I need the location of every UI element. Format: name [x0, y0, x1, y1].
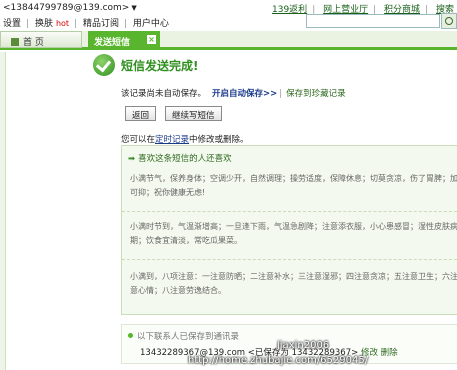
back-button[interactable]: 返回 — [125, 106, 157, 121]
user-center-link[interactable]: 用户中心 — [133, 19, 169, 29]
chevron-down-icon: ▼ — [131, 4, 137, 12]
search-input[interactable] — [306, 14, 440, 28]
search-icon[interactable] — [441, 13, 457, 29]
watermark-text: jiaxin2006 — [277, 340, 330, 351]
tab-strip: 首 页 发送短信 × — [0, 31, 457, 50]
not-saved-notice: 该记录尚未自动保存。 开启自动保存>> | 保存到珍藏记录 — [121, 89, 346, 99]
account-switcher[interactable]: <13844799789@139.com> ▼ — [3, 3, 137, 13]
check-circle-icon — [93, 54, 115, 76]
edit-note: 您可以在定时记录中修改或删除。 — [121, 135, 249, 145]
home-icon — [11, 38, 19, 46]
continue-writing-button[interactable]: 继续写短信 — [165, 106, 222, 121]
arrow-right-icon: ➡ — [128, 154, 136, 164]
saved-contacts-title: 以下联系人已保存到通讯录 — [128, 330, 239, 342]
tab-send-sms[interactable]: 发送短信 × — [88, 31, 160, 50]
left-rail — [0, 52, 6, 370]
suggested-message[interactable]: 小满时节到，气温渐增高；一旦逢下雨，气温急剧降；注意添衣服，小心患感冒；湿性皮肤… — [130, 214, 457, 248]
change-skin-link[interactable]: 换肤 — [35, 19, 53, 29]
tab-home-label: 首 页 — [23, 38, 44, 48]
rebate-link[interactable]: 139返利 — [272, 5, 307, 15]
account-email: <13844799789@139.com> — [3, 3, 130, 13]
bullet-icon — [128, 333, 133, 338]
hot-badge: hot — [55, 19, 70, 28]
watermark-url: http://home.zhubajie.com/6529045/ — [188, 355, 369, 366]
divider — [122, 259, 457, 260]
scheduled-record-link[interactable]: 定时记录 — [155, 135, 189, 145]
enable-auto-save-link[interactable]: 开启自动保存>> — [212, 89, 277, 99]
page-title: 短信发送完成! — [121, 59, 199, 73]
settings-link[interactable]: 设置 — [3, 19, 21, 29]
not-saved-text: 该记录尚未自动保存。 — [121, 89, 207, 99]
panel-title: ➡ 喜欢这条短信的人还喜欢 — [128, 154, 232, 164]
top-links: 设置 | 换肤 hot | 精品订阅 | 用户中心 — [3, 19, 169, 29]
divider — [122, 211, 457, 212]
suggestions-panel: ➡ 喜欢这条短信的人还喜欢 小满节气，保养身体；空调少开，自然调理；操劳适度，保障… — [121, 145, 457, 315]
tab-home[interactable]: 首 页 — [0, 31, 82, 48]
top-bar: <13844799789@139.com> ▼ 设置 | 换肤 hot | 精品订阅 | … — [0, 0, 457, 30]
suggested-message[interactable]: 小满节气，保养身体；空调少开，自然调理；操劳适度，保障休息；切莫贪凉，伤了胃脾；… — [130, 166, 457, 200]
suggested-message[interactable]: 小满到，八项注意：一注意防晒；二注意补水；三注意湿邪；四注意贪凉；五注意卫生；六… — [130, 264, 457, 298]
delete-contact-link[interactable]: 删除 — [381, 348, 398, 358]
save-to-collection-link[interactable]: 保存到珍藏记录 — [286, 89, 346, 99]
close-icon[interactable]: × — [147, 35, 156, 44]
subscription-link[interactable]: 精品订阅 — [83, 19, 119, 29]
tab-send-sms-label: 发送短信 — [94, 38, 131, 48]
